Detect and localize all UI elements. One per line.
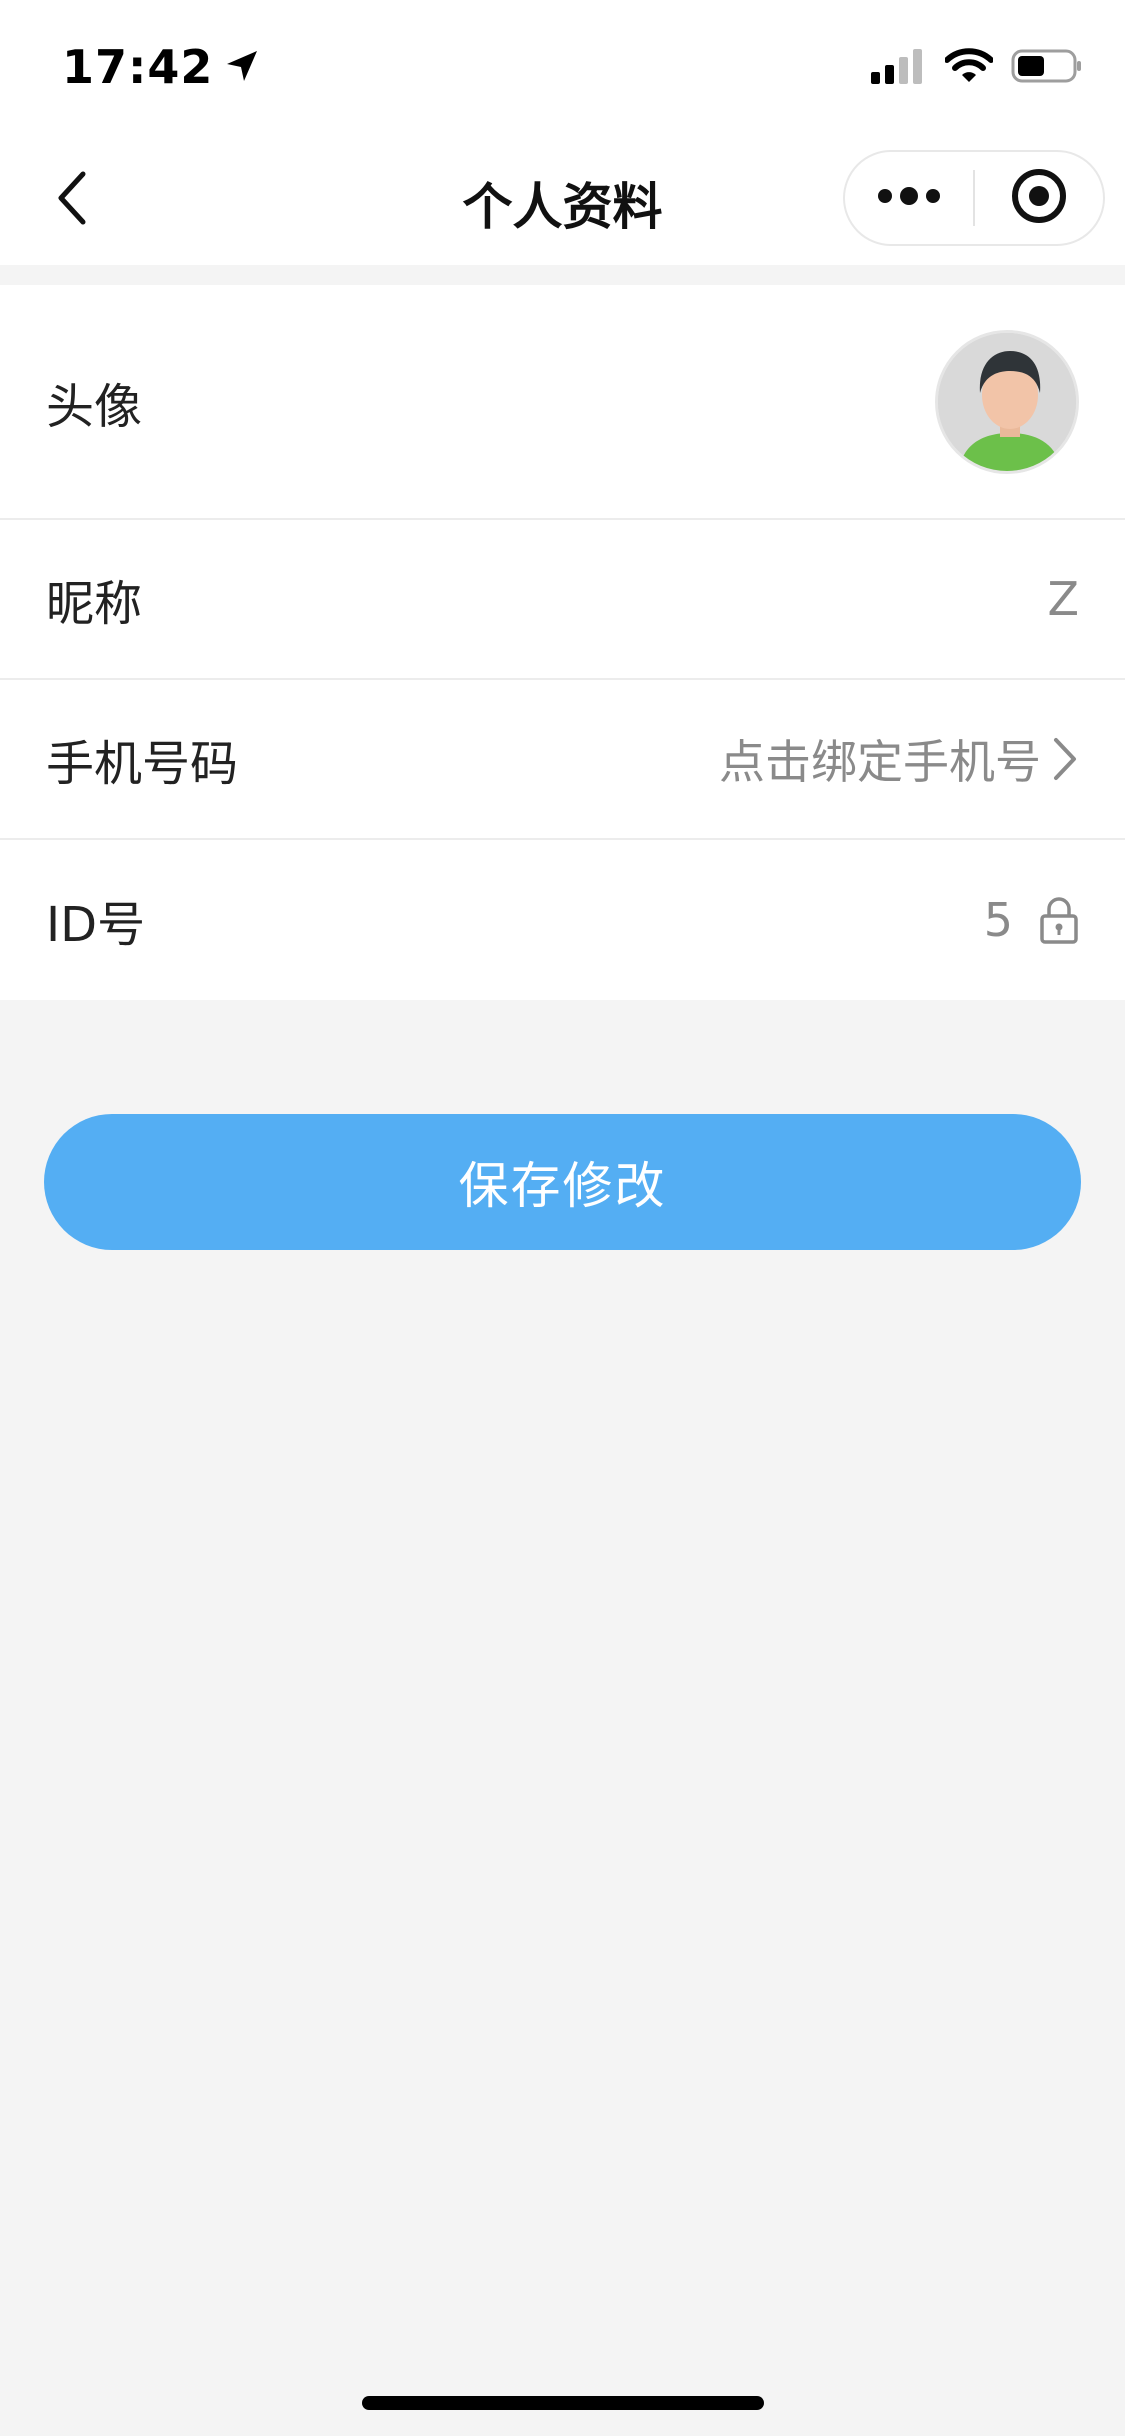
- phone-label: 手机号码: [46, 736, 239, 792]
- phone-row[interactable]: 手机号码 点击绑定手机号: [0, 680, 1125, 840]
- section-gap: [0, 265, 1125, 285]
- close-button[interactable]: [975, 152, 1103, 244]
- id-row: ID号 5: [0, 840, 1125, 1000]
- more-button[interactable]: [845, 152, 973, 244]
- home-indicator: [362, 2396, 764, 2410]
- time-text: 17:42: [62, 40, 214, 94]
- wifi-icon: [944, 48, 994, 88]
- nickname-row[interactable]: 昵称 Z: [0, 520, 1125, 680]
- id-label: ID号: [46, 897, 146, 953]
- more-dots-icon: [877, 186, 941, 210]
- id-value-group: 5: [984, 893, 1079, 947]
- nickname-value: Z: [1047, 572, 1079, 626]
- status-icons: [871, 48, 1083, 88]
- lock-icon: [1039, 896, 1079, 944]
- signal-icon: [871, 48, 927, 88]
- mini-program-capsule: [843, 150, 1105, 246]
- bind-phone-link[interactable]: 点击绑定手机号: [719, 726, 1041, 792]
- save-changes-button[interactable]: 保存修改: [44, 1114, 1081, 1250]
- profile-list: 头像 昵称 Z 手机号码 点击绑定手机号 ID号 5: [0, 285, 1125, 1000]
- avatar-label: 头像: [46, 378, 143, 435]
- avatar[interactable]: [935, 329, 1079, 474]
- default-avatar-icon: [938, 332, 1076, 471]
- status-time: 17:42: [62, 40, 259, 94]
- avatar-row[interactable]: 头像: [0, 285, 1125, 520]
- nav-bar: 个人资料: [0, 135, 1125, 265]
- location-arrow-icon: [225, 40, 259, 94]
- status-bar: 17:42: [0, 0, 1125, 135]
- nickname-label: 昵称: [46, 576, 143, 632]
- chevron-right-icon: [1051, 736, 1079, 782]
- close-target-icon: [1010, 167, 1068, 229]
- id-value: 5: [983, 893, 1013, 947]
- battery-icon: [1011, 48, 1083, 88]
- phone-value: 点击绑定手机号: [719, 726, 1079, 792]
